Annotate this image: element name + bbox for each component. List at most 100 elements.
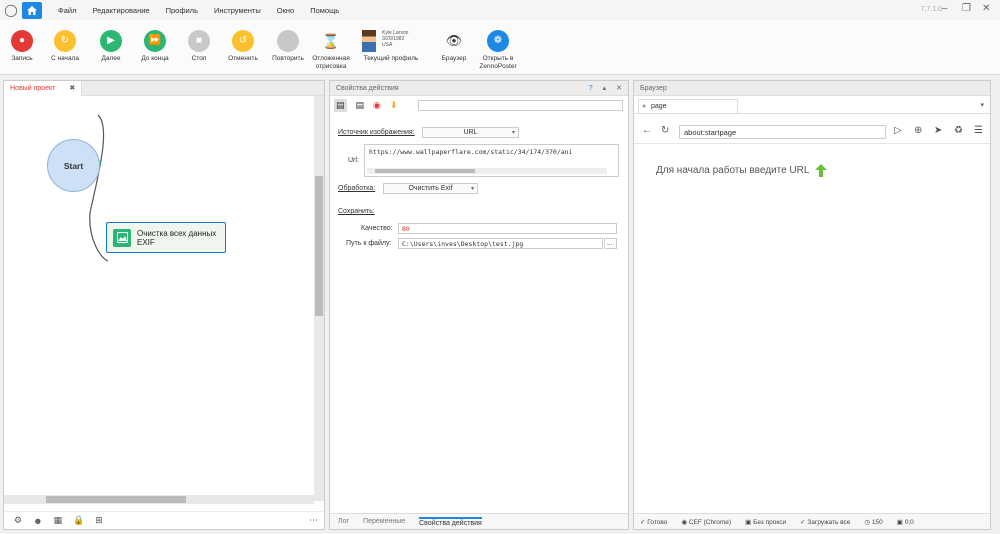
url-input[interactable]: https://www.wallpaperflare.com/static/34… <box>364 144 619 177</box>
start-page-hint: Для начала работы введите URL <box>656 164 828 177</box>
deferred-label-1: Отложенная <box>312 55 350 62</box>
project-vscroll[interactable] <box>314 96 324 501</box>
quality-input[interactable]: 80 <box>398 223 617 234</box>
project-hscroll[interactable] <box>4 495 314 504</box>
redo-label: Повторить <box>272 55 304 62</box>
tab-log[interactable]: Лог <box>338 518 349 525</box>
url-hscroll-thumb[interactable] <box>375 169 475 173</box>
browser-button[interactable]: 👁 Браузер <box>437 30 471 63</box>
browser-status-bar: ✓ Готово ◉ CEF (Chrome) ▣ Без прокси ✓ З… <box>634 513 990 529</box>
extension-icon[interactable]: ♻ <box>954 125 963 136</box>
deferred-render-button[interactable]: ⌛ Отложенная отрисовка <box>310 30 352 71</box>
menu-file[interactable]: Файл <box>58 6 76 15</box>
globe-icon: ◉ <box>681 518 688 526</box>
status-load[interactable]: ✓ Загружать все <box>800 518 850 526</box>
play-outline-icon[interactable]: ▷ <box>894 125 902 136</box>
current-profile-button[interactable]: Kyle Larson 3/20/1982 USA Текущий профил… <box>352 28 422 68</box>
undo-icon: ↺ <box>232 30 254 52</box>
arrow-down-icon[interactable]: ⬇ <box>390 100 398 111</box>
processing-select[interactable]: Очистить Exif <box>383 183 478 194</box>
browse-button[interactable]: ... <box>604 238 617 249</box>
properties-icon[interactable]: ▤ <box>334 99 347 112</box>
properties-bottom-tabs: Лог Переменные Свойства действия <box>330 513 628 529</box>
menu-tools[interactable]: Инструменты <box>214 6 261 15</box>
open-zp-label-1: Открыть в <box>482 55 514 62</box>
clock-icon: ◷ <box>864 518 871 526</box>
grid-icon[interactable]: ▦ <box>54 515 63 526</box>
close-icon[interactable]: ✕ <box>616 84 622 92</box>
from-start-button[interactable]: ↻ С начала <box>48 30 82 63</box>
address-bar[interactable]: about:startpage <box>679 125 886 139</box>
gear-icon[interactable]: ⚙ <box>14 515 22 526</box>
minimize-icon[interactable]: – <box>942 3 948 14</box>
pin-icon[interactable]: ▴ <box>603 84 607 92</box>
browser-title: Браузер <box>640 84 667 92</box>
action-node-exif[interactable]: Очистка всех данных EXIF <box>106 222 226 253</box>
arrow-up-icon <box>815 164 828 177</box>
user-icon[interactable]: ☻ <box>33 516 42 526</box>
next-button[interactable]: ▶ Далее <box>95 30 127 63</box>
close-icon[interactable]: ✕ <box>982 3 990 14</box>
status-engine-text: CEF (Chrome) <box>688 518 732 526</box>
start-node[interactable]: Start <box>47 139 100 192</box>
source-label: Источник изображения: <box>338 129 415 136</box>
lock-icon[interactable]: 🔒 <box>73 515 84 526</box>
stop-button[interactable]: ■ Стоп <box>183 30 215 63</box>
more-icon[interactable]: ⋯ <box>309 515 318 526</box>
undo-button[interactable]: ↺ Отменить <box>224 30 262 63</box>
browse-label: ... <box>607 240 613 247</box>
menu-edit[interactable]: Редактирование <box>92 6 149 15</box>
tab-action-properties[interactable]: Свойства действия <box>419 516 482 527</box>
record-label: Запись <box>11 55 33 62</box>
project-hscroll-thumb[interactable] <box>46 496 186 503</box>
url-hscroll[interactable] <box>367 168 607 174</box>
home-button[interactable] <box>22 1 42 19</box>
address-value: about:startpage <box>684 127 737 137</box>
tabs-dropdown-icon[interactable]: ▾ <box>980 101 984 109</box>
menu-profile[interactable]: Профиль <box>166 6 198 15</box>
browser-tab-page[interactable]: ● page <box>638 99 738 113</box>
reload-icon[interactable]: ↻ <box>661 125 669 136</box>
redo-icon <box>277 30 299 52</box>
back-arrow-icon[interactable]: ← <box>642 125 652 136</box>
status-ready-text: Готово <box>647 518 668 526</box>
status-count-text: 150 <box>871 518 883 526</box>
quality-value: 80 <box>402 224 410 233</box>
processing-label: Обработка: <box>338 185 376 192</box>
properties-search-input[interactable] <box>418 100 623 111</box>
proxy-icon: ▣ <box>745 518 752 526</box>
add-icon[interactable]: ⊞ <box>95 515 103 526</box>
path-input[interactable]: C:\Users\inves\Desktop\test.jpg <box>398 238 603 249</box>
coords-icon: ▣ <box>896 518 903 526</box>
status-count[interactable]: ◷ 150 <box>864 518 882 526</box>
project-vscroll-thumb[interactable] <box>315 176 323 316</box>
hamburger-menu-icon[interactable]: ☰ <box>974 125 983 136</box>
processing-value: Очистить Exif <box>408 185 453 192</box>
image-icon <box>113 228 131 247</box>
undo-label: Отменить <box>228 55 258 62</box>
status-engine[interactable]: ◉ CEF (Chrome) <box>681 518 731 526</box>
from-start-label: С начала <box>51 55 79 62</box>
menu-window[interactable]: Окно <box>277 6 294 15</box>
menu-help[interactable]: Помощь <box>310 6 339 15</box>
restore-icon[interactable]: ❐ <box>962 3 971 14</box>
record-dot-icon[interactable]: ◉ <box>373 100 381 111</box>
cursor-icon[interactable]: ➤ <box>934 125 942 136</box>
help-icon[interactable]: ? <box>589 85 593 92</box>
play-icon: ▶ <box>100 30 122 52</box>
avatar <box>362 30 376 52</box>
to-end-button[interactable]: ⏩ До конца <box>137 30 173 63</box>
record-button[interactable]: ● Запись <box>6 30 38 63</box>
target-icon[interactable]: ⊕ <box>914 125 922 136</box>
open-zp-label-2: ZennoPoster <box>479 63 517 70</box>
redo-button[interactable]: Повторить <box>268 30 308 63</box>
open-zennoposter-button[interactable]: ❁ Открыть в ZennoPoster <box>476 30 520 71</box>
profile-country: USA <box>382 42 393 48</box>
page-icon: ● <box>642 103 647 110</box>
eye-icon: 👁 <box>445 33 463 48</box>
properties-title: Свойства действия <box>336 84 399 92</box>
source-select[interactable]: URL <box>422 127 519 138</box>
list-icon[interactable]: ▤ <box>356 100 365 111</box>
status-proxy[interactable]: ▣ Без прокси <box>745 518 786 526</box>
tab-variables[interactable]: Переменные <box>363 518 405 525</box>
